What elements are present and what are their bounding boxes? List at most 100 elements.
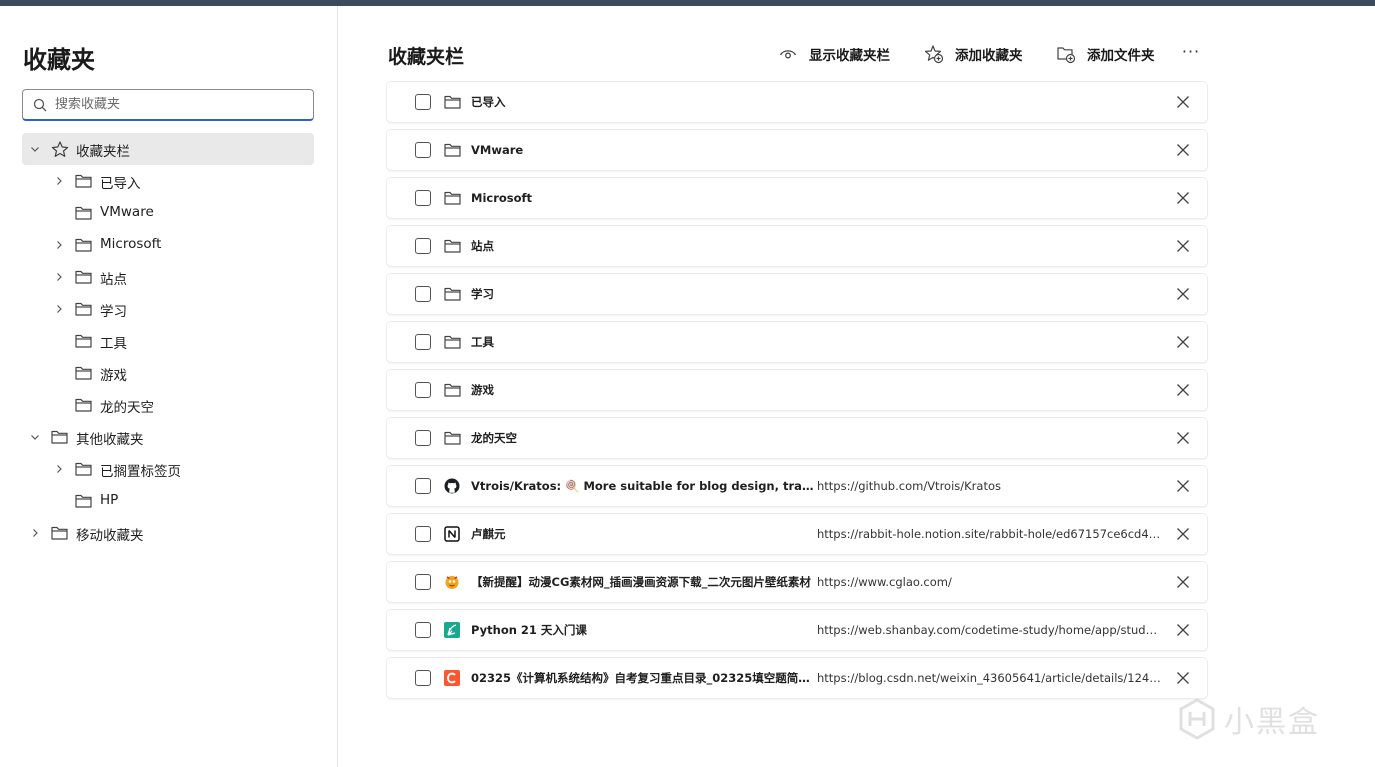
add-folder-button[interactable]: 添加文件夹	[1056, 42, 1155, 66]
favorite-name: 站点	[471, 239, 494, 253]
favorite-row[interactable]: 学习	[387, 274, 1207, 314]
chevron-down-icon[interactable]	[29, 143, 41, 155]
tree-item[interactable]: 其他收藏夹	[22, 421, 314, 453]
chevron-right-icon[interactable]	[53, 271, 65, 283]
row-checkbox[interactable]	[415, 478, 431, 494]
star-icon	[51, 140, 69, 157]
row-checkbox[interactable]	[415, 430, 431, 446]
search-box[interactable]	[22, 89, 314, 121]
close-icon[interactable]	[1175, 94, 1191, 110]
tree-item[interactable]: 工具	[22, 325, 314, 357]
folder-icon	[75, 461, 93, 477]
tree-item[interactable]: 龙的天空	[22, 389, 314, 421]
star-add-icon	[924, 44, 944, 64]
close-icon[interactable]	[1175, 478, 1191, 494]
folder-icon	[51, 429, 69, 445]
close-icon[interactable]	[1175, 334, 1191, 350]
favorite-name: 工具	[471, 335, 494, 349]
tree-item[interactable]: Microsoft	[22, 229, 314, 261]
cglao-icon	[443, 573, 461, 591]
folder-icon	[75, 365, 93, 381]
row-checkbox[interactable]	[415, 142, 431, 158]
tree-item[interactable]: VMware	[22, 197, 314, 229]
row-checkbox[interactable]	[415, 622, 431, 638]
close-icon[interactable]	[1175, 190, 1191, 206]
favorite-row[interactable]: Microsoft	[387, 178, 1207, 218]
favorite-row[interactable]: 卢麒元 https://rabbit-hole.notion.site/rabbi…	[387, 514, 1207, 554]
chevron-right-icon[interactable]	[53, 463, 65, 475]
favorite-name: Python 21 天入门课	[471, 623, 587, 637]
more-options-button[interactable]: ···	[1180, 42, 1202, 66]
tree-item-label: VMware	[100, 204, 154, 220]
row-checkbox[interactable]	[415, 94, 431, 110]
chevron-right-icon[interactable]	[29, 527, 41, 539]
row-checkbox[interactable]	[415, 190, 431, 206]
favorite-row[interactable]: 02325《计算机系统结构》自考复习重点目录_02325填空题简答题 https:…	[387, 658, 1207, 698]
add-favorite-button[interactable]: 添加收藏夹	[924, 42, 1023, 66]
row-checkbox[interactable]	[415, 238, 431, 254]
chevron-right-icon[interactable]	[53, 303, 65, 315]
favorite-row[interactable]: 游戏	[387, 370, 1207, 410]
favorites-list: 已导入 VMware Microsoft 站点学习工具游戏龙的天空 Vtrois/Kra…	[387, 82, 1207, 706]
folder-icon	[75, 333, 93, 349]
show-favorites-bar-button[interactable]: 显示收藏夹栏	[778, 42, 890, 66]
github-icon	[443, 477, 461, 495]
add-folder-label: 添加文件夹	[1087, 48, 1155, 64]
tree-item[interactable]: HP	[22, 485, 314, 517]
close-icon[interactable]	[1175, 670, 1191, 686]
close-icon[interactable]	[1175, 382, 1191, 398]
tree-item-label: 工具	[100, 336, 127, 352]
folder-icon	[51, 525, 69, 541]
favorite-name: 已导入	[471, 95, 506, 109]
chevron-right-icon[interactable]	[53, 175, 65, 187]
favorite-url: https://github.com/Vtrois/Kratos	[817, 479, 1001, 493]
folder-icon	[443, 237, 461, 255]
favorite-url: https://www.cglao.com/	[817, 575, 952, 589]
tree-item-label: 龙的天空	[100, 400, 154, 416]
tree-item[interactable]: 学习	[22, 293, 314, 325]
close-icon[interactable]	[1175, 526, 1191, 542]
csdn-icon	[443, 669, 461, 687]
tree-item[interactable]: 移动收藏夹	[22, 517, 314, 549]
tree-item[interactable]: 游戏	[22, 357, 314, 389]
favorite-name: 卢麒元	[471, 527, 506, 541]
close-icon[interactable]	[1175, 142, 1191, 158]
favorite-row[interactable]: VMware	[387, 130, 1207, 170]
folder-icon	[443, 189, 461, 207]
row-checkbox[interactable]	[415, 526, 431, 542]
favorite-row[interactable]: 【新提醒】动漫CG素材网_插画漫画资源下载_二次元图片壁纸素材 https://w…	[387, 562, 1207, 602]
favorite-url: https://web.shanbay.com/codetime-study/h…	[817, 623, 1162, 637]
favorite-row[interactable]: 已导入	[387, 82, 1207, 122]
search-input[interactable]	[55, 97, 295, 112]
row-checkbox[interactable]	[415, 334, 431, 350]
chevron-down-icon[interactable]	[29, 431, 41, 443]
row-checkbox[interactable]	[415, 670, 431, 686]
close-icon[interactable]	[1175, 430, 1191, 446]
tree-item-label: 学习	[100, 304, 127, 320]
tree-item-label: 移动收藏夹	[76, 528, 144, 544]
close-icon[interactable]	[1175, 574, 1191, 590]
favorite-row[interactable]: 站点	[387, 226, 1207, 266]
row-checkbox[interactable]	[415, 574, 431, 590]
chevron-right-icon[interactable]	[53, 239, 65, 251]
close-icon[interactable]	[1175, 286, 1191, 302]
tree-item[interactable]: 收藏夹栏	[22, 133, 314, 165]
tree-item[interactable]: 站点	[22, 261, 314, 293]
close-icon[interactable]	[1175, 622, 1191, 638]
tree-item[interactable]: 已搁置标签页	[22, 453, 314, 485]
folder-icon	[443, 381, 461, 399]
favorite-row[interactable]: 工具	[387, 322, 1207, 362]
favorite-row[interactable]: 龙的天空	[387, 418, 1207, 458]
row-checkbox[interactable]	[415, 382, 431, 398]
folder-icon	[75, 237, 93, 253]
tree-item[interactable]: 已导入	[22, 165, 314, 197]
row-checkbox[interactable]	[415, 286, 431, 302]
favorite-row[interactable]: Vtrois/Kratos: 🍭 More suitable for blog …	[387, 466, 1207, 506]
close-icon[interactable]	[1175, 238, 1191, 254]
search-icon	[33, 98, 47, 111]
favorites-tree: 收藏夹栏已导入 VMware Microsoft 站点学习工具游戏龙的天空其他收藏夹已…	[22, 133, 314, 549]
folder-icon	[75, 269, 93, 285]
tree-item-label: 收藏夹栏	[76, 144, 130, 160]
favorite-name: 【新提醒】动漫CG素材网_插画漫画资源下载_二次元图片壁纸素材	[471, 575, 811, 589]
favorite-row[interactable]: Python 21 天入门课 https://web.shanbay.com/co…	[387, 610, 1207, 650]
